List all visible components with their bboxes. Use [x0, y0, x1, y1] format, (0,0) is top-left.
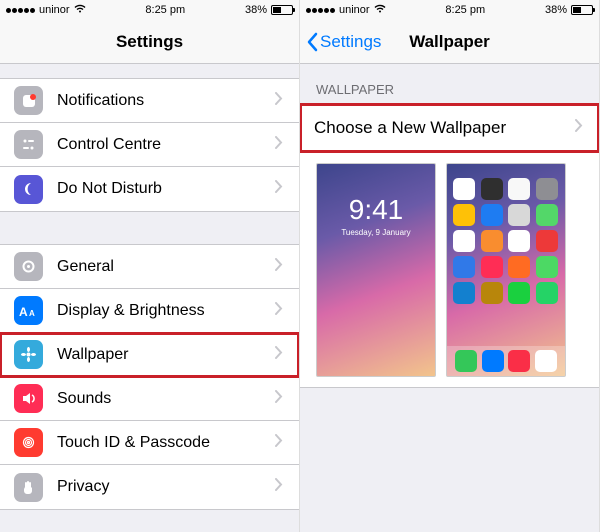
clock-label: 8:25 pm [145, 4, 185, 16]
wallpaper-previews: 9:41 Tuesday, 9 January [300, 153, 599, 388]
row-display-brightness[interactable]: AA Display & Brightness [0, 289, 299, 333]
row-label: Notifications [57, 92, 275, 110]
row-touchid-passcode[interactable]: Touch ID & Passcode [0, 421, 299, 465]
row-label: Privacy [57, 478, 275, 496]
chevron-right-icon [275, 92, 283, 110]
row-notifications[interactable]: Notifications [0, 79, 299, 123]
settings-screen: uninor 8:25 pm 38% Settings Notification… [0, 0, 300, 532]
chevron-right-icon [575, 119, 583, 137]
row-label: Choose a New Wallpaper [314, 118, 575, 138]
signal-dots-icon [6, 8, 35, 13]
chevron-right-icon [275, 346, 283, 364]
chevron-right-icon [275, 478, 283, 496]
battery-icon [271, 5, 293, 15]
row-do-not-disturb[interactable]: Do Not Disturb [0, 167, 299, 211]
home-screen-preview[interactable] [446, 163, 566, 377]
carrier-label: uninor [39, 4, 70, 16]
status-bar: uninor 8:25 pm 38% [300, 0, 599, 20]
chevron-right-icon [275, 434, 283, 452]
row-privacy[interactable]: Privacy [0, 465, 299, 509]
nav-bar: Settings Wallpaper [300, 20, 599, 64]
back-label: Settings [320, 32, 381, 52]
flower-icon [14, 340, 43, 369]
row-label: Do Not Disturb [57, 180, 275, 198]
chevron-right-icon [275, 258, 283, 276]
row-wallpaper[interactable]: Wallpaper [0, 333, 299, 377]
page-title: Settings [116, 32, 183, 52]
chevron-right-icon [275, 180, 283, 198]
battery-icon [571, 5, 593, 15]
control-centre-icon [14, 130, 43, 159]
app-grid-icon [453, 178, 559, 304]
section-header: WALLPAPER [300, 64, 599, 103]
status-bar: uninor 8:25 pm 38% [0, 0, 299, 20]
battery-pct-label: 38% [545, 4, 567, 16]
row-control-centre[interactable]: Control Centre [0, 123, 299, 167]
back-button[interactable]: Settings [306, 32, 381, 52]
row-label: Sounds [57, 390, 275, 408]
row-label: Display & Brightness [57, 302, 275, 320]
clock-label: 8:25 pm [445, 4, 485, 16]
wallpaper-content: WALLPAPER Choose a New Wallpaper 9:41 Tu… [300, 64, 599, 532]
svg-text:A: A [29, 309, 35, 318]
row-label: Wallpaper [57, 346, 275, 364]
battery-pct-label: 38% [245, 4, 267, 16]
row-label: Control Centre [57, 136, 275, 154]
moon-icon [14, 175, 43, 204]
chevron-right-icon [275, 302, 283, 320]
row-general[interactable]: General [0, 245, 299, 289]
notifications-icon [14, 86, 43, 115]
fingerprint-icon [14, 428, 43, 457]
lock-screen-preview[interactable]: 9:41 Tuesday, 9 January [316, 163, 436, 377]
wifi-icon [74, 4, 86, 16]
chevron-right-icon [275, 390, 283, 408]
chevron-right-icon [275, 136, 283, 154]
gear-icon [14, 252, 43, 281]
lock-time: 9:41 [349, 194, 404, 226]
speaker-icon [14, 384, 43, 413]
row-label: Touch ID & Passcode [57, 434, 275, 452]
row-choose-wallpaper[interactable]: Choose a New Wallpaper [300, 104, 599, 152]
row-sounds[interactable]: Sounds [0, 377, 299, 421]
text-size-icon: AA [14, 296, 43, 325]
wifi-icon [374, 4, 386, 16]
wallpaper-screen: uninor 8:25 pm 38% Settings Wallpaper WA… [300, 0, 600, 532]
nav-bar: Settings [0, 20, 299, 64]
dock-icon [447, 346, 565, 376]
settings-list[interactable]: Notifications Control Centre Do Not Dist [0, 64, 299, 532]
row-label: General [57, 258, 275, 276]
hand-icon [14, 473, 43, 502]
svg-text:A: A [19, 305, 28, 318]
page-title: Wallpaper [409, 32, 490, 52]
signal-dots-icon [306, 8, 335, 13]
carrier-label: uninor [339, 4, 370, 16]
lock-date: Tuesday, 9 January [341, 228, 410, 237]
